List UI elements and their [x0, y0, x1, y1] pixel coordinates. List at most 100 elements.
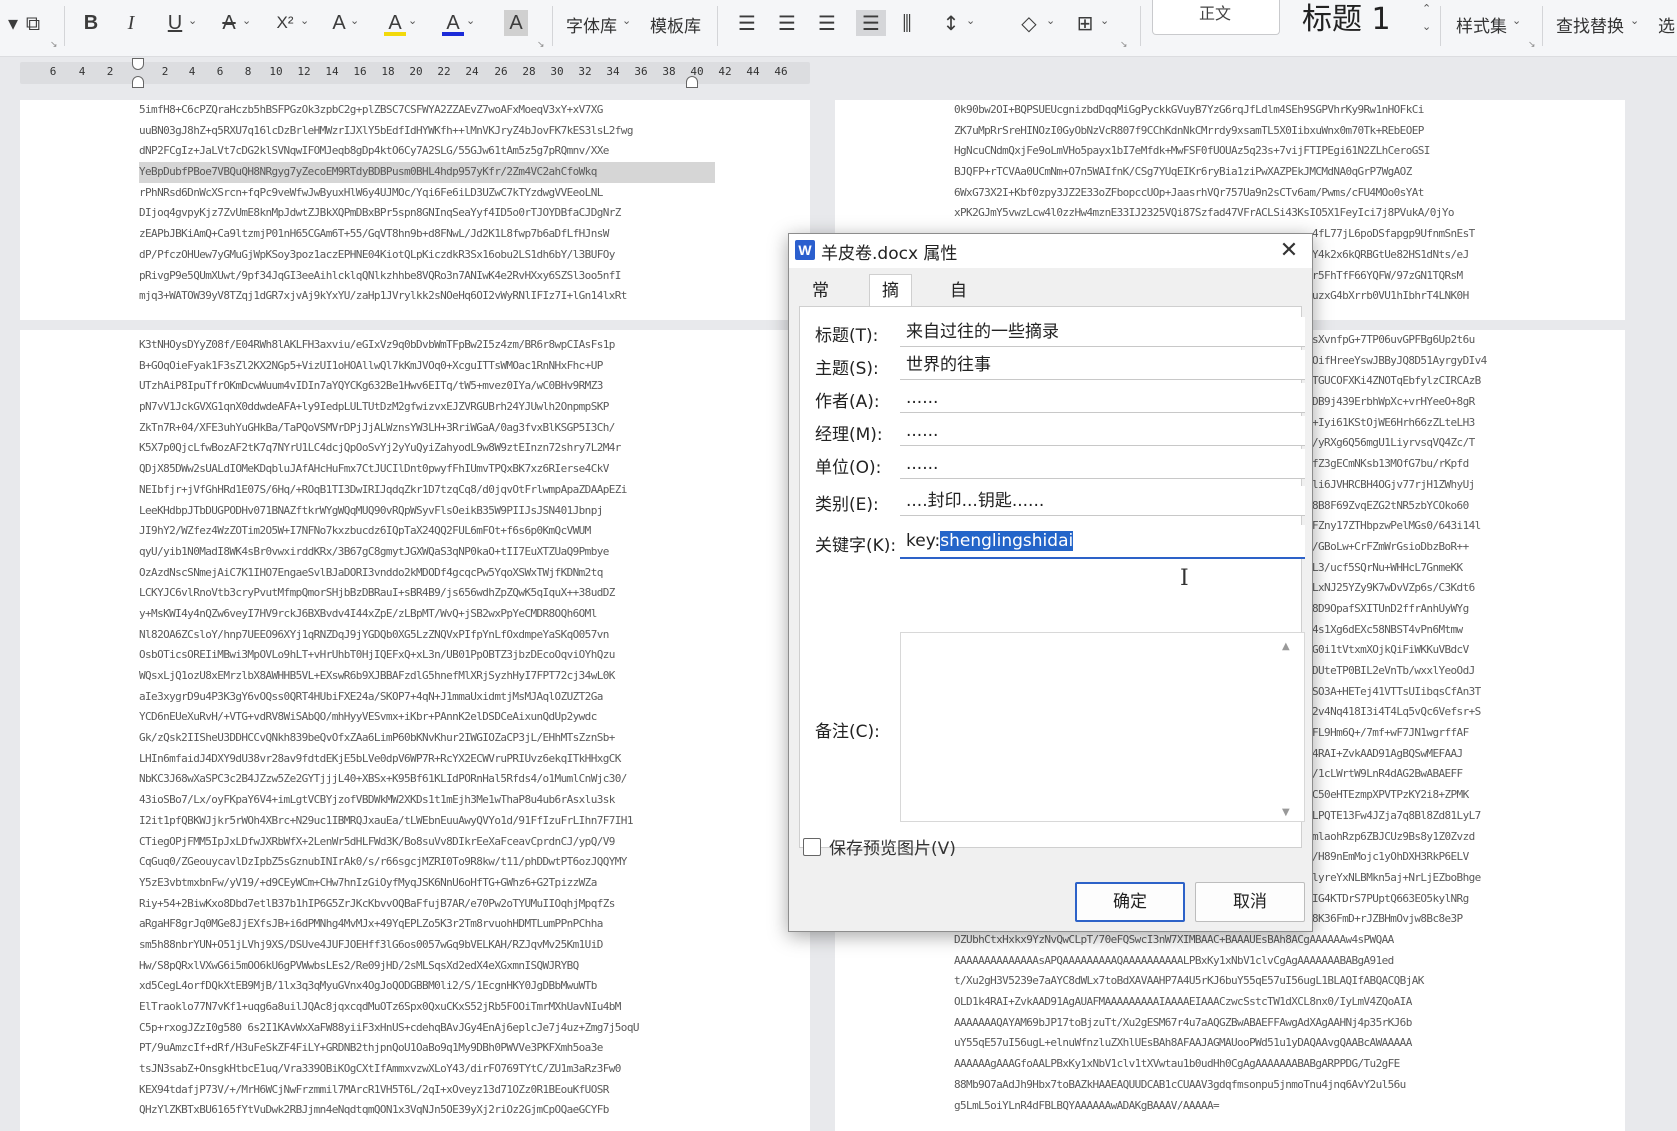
- text-line: /GBoLw+CrFZmWrGsioDbzBoR++: [1312, 539, 1469, 553]
- text-line: G0i1tVtxmXOjkQiFiWKKuVBdcV: [1312, 643, 1469, 657]
- ruler-tick-label: 4: [188, 65, 196, 78]
- line-spacing-icon[interactable]: ↕: [940, 10, 962, 36]
- text-line: 6WxG73X2I+Kbf0zpy3JZ2E33oZFbopccUOp+Jaas…: [954, 185, 1424, 199]
- text-line: K5X7p0QjcLfwBozAF2tK7q7NYrU1LC4dcjQpOoSv…: [139, 441, 621, 455]
- title-field[interactable]: 来自过往的一些摘录: [900, 317, 1305, 347]
- text-line: B+GOqOieFyak1F3sZl2KX2NGp5+VizUI1oHOAllw…: [139, 358, 603, 372]
- borders-icon[interactable]: ⊞: [1074, 10, 1096, 36]
- chevron-down-icon[interactable]: ⌄: [188, 14, 197, 27]
- ruler-tick-label: 32: [578, 65, 592, 78]
- align-center-icon[interactable]: ☰: [776, 10, 798, 36]
- hanging-indent-marker[interactable]: [132, 76, 144, 88]
- paragraph-dialog-launcher-icon[interactable]: ↘: [1120, 40, 1128, 50]
- chevron-down-icon[interactable]: ⌄: [1630, 14, 1639, 27]
- text-line: PT/9uAmzcIf+dRf/H3uFeSkZF4FiLY+GRDNB2thj…: [139, 1041, 603, 1055]
- company-field[interactable]: ......: [900, 449, 1305, 479]
- superscript-button[interactable]: X²: [274, 10, 296, 36]
- right-indent-marker[interactable]: [686, 76, 698, 88]
- style-set-button[interactable]: 样式集: [1456, 12, 1507, 37]
- scroll-down-icon[interactable]: ▼: [1282, 807, 1295, 839]
- text-line: li6JVHRCBH4OGjv77rjH1ZWhyUj: [1312, 477, 1475, 491]
- divider: [717, 6, 718, 46]
- ruler-tick-label: 20: [409, 65, 423, 78]
- text-line: WQsxLjQ1ozU8xEMrzlbX8AWHHB5VL+EXswR6b9XJ…: [139, 669, 615, 682]
- template-library-button[interactable]: 模板库: [650, 12, 701, 37]
- close-button[interactable]: ✕: [1274, 237, 1304, 265]
- shading-fill-icon[interactable]: ◇: [1018, 10, 1040, 36]
- chevron-down-icon[interactable]: ⌄: [1422, 20, 1431, 33]
- chevron-down-icon[interactable]: ⌄: [622, 14, 631, 27]
- ruler-tick-label: 18: [381, 65, 395, 78]
- character-shading-button[interactable]: A: [504, 10, 528, 36]
- format-painter-icon[interactable]: ⧉: [22, 10, 44, 36]
- tab-general[interactable]: 常规: [799, 274, 842, 333]
- wps-writer-icon: W: [795, 240, 815, 260]
- text-line: ZK7uMpRrSreHINOzI0GyObNzVcR807f9CChKdnNk…: [954, 123, 1424, 137]
- ruler-tick-label: 46: [774, 65, 788, 78]
- bold-button[interactable]: B: [80, 10, 102, 36]
- checkbox-icon[interactable]: [803, 838, 821, 856]
- first-line-indent-marker[interactable]: [132, 58, 144, 70]
- chevron-down-icon[interactable]: ⌄: [350, 14, 359, 27]
- ruler-tick-label: 30: [550, 65, 564, 78]
- scroll-up-icon[interactable]: ▲: [1282, 641, 1295, 652]
- comments-field[interactable]: [900, 632, 1305, 822]
- keywords-field[interactable]: key:shenglingshidai: [900, 525, 1305, 559]
- underline-button[interactable]: U: [164, 10, 186, 36]
- text-line: dNP2FCgIz+JaLVt7cDG2klSVNqwIFOMJeqb8gDp4…: [139, 144, 609, 158]
- chevron-down-icon[interactable]: ⌄: [466, 14, 475, 27]
- strikethrough-button[interactable]: A: [218, 10, 240, 36]
- save-preview-checkbox[interactable]: 保存预览图片(V): [803, 834, 956, 859]
- title-label: 标题(T):: [815, 326, 879, 346]
- font-dialog-launcher-icon[interactable]: ↘: [537, 40, 545, 50]
- keywords-selected-text: shenglingshidai: [940, 531, 1074, 551]
- dialog-titlebar[interactable]: W 羊皮卷.docx 属性 ✕: [789, 234, 1312, 268]
- save-preview-label: 保存预览图片(V): [829, 839, 956, 859]
- dropdown-arrow-icon[interactable]: ▾: [2, 10, 24, 36]
- cancel-button[interactable]: 取消: [1195, 882, 1305, 922]
- style-heading-tile[interactable]: 标题 1: [1302, 0, 1391, 38]
- text-line: CTiegOPjFMM5IpJxLDfwJXRbWfX+2LenWr5dHLFW…: [139, 834, 615, 848]
- chevron-down-icon[interactable]: ⌄: [1046, 14, 1055, 27]
- dialog-title: 羊皮卷.docx 属性: [821, 244, 958, 264]
- distributed-align-icon[interactable]: ⫼: [896, 10, 918, 36]
- chevron-down-icon[interactable]: ⌄: [1100, 14, 1109, 27]
- chevron-down-icon[interactable]: ⌄: [300, 14, 309, 27]
- manager-field[interactable]: ......: [900, 416, 1305, 446]
- ruler-tick-label: 8: [244, 65, 252, 78]
- text-line: C50eHTEzmpXPVTPzKY2i8+ZPMK: [1312, 788, 1469, 802]
- chevron-up-icon[interactable]: ⌃: [1422, 2, 1431, 15]
- italic-button[interactable]: I: [120, 10, 142, 36]
- find-replace-button[interactable]: 查找替换: [1556, 12, 1624, 37]
- style-normal-tile[interactable]: 正文: [1152, 0, 1280, 35]
- font-dialog-launcher-icon[interactable]: ↘: [50, 40, 58, 50]
- document-page[interactable]: 5imfH8+C6cPZQraHczb5hBSFPGzOk3zpbC2g+plZ…: [20, 100, 810, 320]
- chevron-down-icon[interactable]: ⌄: [242, 14, 251, 27]
- style-dialog-launcher-icon[interactable]: ↘: [1528, 40, 1536, 50]
- tab-summary[interactable]: 摘要: [869, 274, 912, 333]
- align-left-icon[interactable]: ☰: [736, 10, 758, 36]
- text-line: mlaohRzp6ZBJCUz9Bs8y1Z0Zvzd: [1312, 829, 1475, 843]
- author-field[interactable]: ......: [900, 383, 1305, 413]
- text-line: AAAAAAAAAAAAAAsAPQAAAAAAAAAQAAAAAAAAAALP…: [954, 953, 1394, 967]
- ok-button[interactable]: 确定: [1075, 882, 1185, 922]
- text-line: UTzhAiP8IpuTfrOKmDcwWuum4vIDIn7aYQYCKg63…: [139, 379, 603, 393]
- select-button[interactable]: 选: [1658, 12, 1675, 37]
- justify-icon[interactable]: ☰: [856, 10, 886, 36]
- font-color-button[interactable]: A: [442, 10, 464, 36]
- align-right-icon[interactable]: ☰: [816, 10, 838, 36]
- chevron-down-icon[interactable]: ⌄: [408, 14, 417, 27]
- text-effect-button[interactable]: A: [328, 10, 350, 36]
- category-field[interactable]: ....封印...钥匙......: [900, 486, 1305, 516]
- highlight-color-button[interactable]: A: [384, 10, 406, 36]
- document-page[interactable]: K3tNHOysDYyZ08f/E04RWh8lAKLFH3axviu/eGIx…: [20, 330, 810, 1131]
- text-line: TGUCOFXKi4ZNOTqEbfylzCIRCAzB: [1312, 374, 1481, 388]
- subject-field[interactable]: 世界的往事: [900, 350, 1305, 380]
- chevron-down-icon[interactable]: ⌄: [1512, 14, 1521, 27]
- font-library-button[interactable]: 字体库: [566, 12, 617, 37]
- text-line: 2v4Nq418I3i4T4Lq5vQc6Vefsr+S: [1312, 705, 1481, 719]
- text-line: DUteTP0BIL2eVnTb/wxxlYeoOdJ: [1312, 664, 1475, 677]
- text-line: FL9Hm6Q+/7mf+wF7JN1wgrffAF: [1312, 726, 1469, 740]
- chevron-down-icon[interactable]: ⌄: [966, 14, 975, 27]
- tab-custom[interactable]: 自定义: [937, 274, 980, 365]
